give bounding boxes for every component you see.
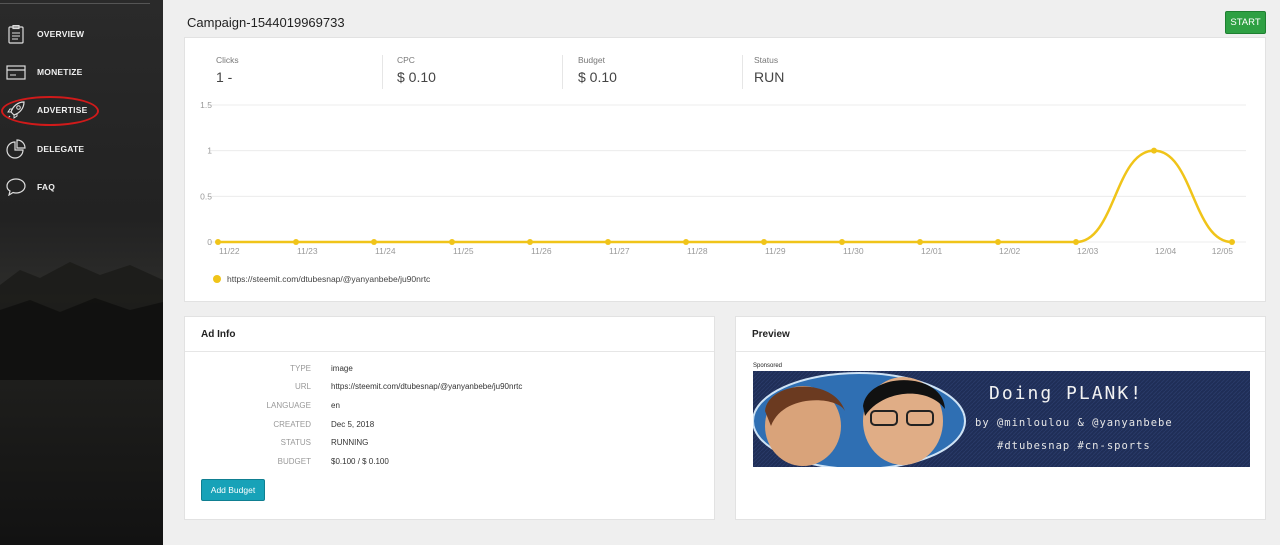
- data-point[interactable]: [293, 239, 299, 245]
- sidebar-item-label: OVERVIEW: [37, 29, 85, 39]
- ad-banner-image[interactable]: Doing PLANK! by @minloulou & @yanyanbebe…: [753, 371, 1250, 467]
- sidebar-divider: [0, 3, 150, 4]
- x-tick-label: 11/28: [687, 246, 708, 256]
- data-point[interactable]: [995, 239, 1001, 245]
- info-row-language: LANGUAGE en: [185, 401, 716, 415]
- sidebar-background-landscape: [0, 262, 163, 380]
- data-point[interactable]: [761, 239, 767, 245]
- x-tick-label: 12/01: [921, 246, 943, 256]
- add-budget-button[interactable]: Add Budget: [201, 479, 265, 501]
- x-tick-label: 11/25: [453, 246, 474, 256]
- x-tick-label: 11/29: [765, 246, 786, 256]
- info-key: STATUS: [280, 438, 311, 447]
- x-tick-label: 12/04: [1155, 246, 1177, 256]
- info-row-status: STATUS RUNNING: [185, 438, 716, 452]
- clicks-line-chart: 0 0.5 1 1.5 11/22 11/23 11/24 11/25 11/26 11/27 11…: [200, 100, 1246, 256]
- legend-marker: [213, 275, 221, 283]
- data-point[interactable]: [371, 239, 377, 245]
- x-tick-label: 11/22: [219, 246, 240, 256]
- x-tick-label: 11/26: [531, 246, 552, 256]
- sidebar: OVERVIEW MONETIZE ADVERTISE DELEGATE FAQ: [0, 0, 163, 545]
- y-tick-label: 1: [207, 146, 212, 156]
- data-point[interactable]: [839, 239, 845, 245]
- legend-label: https://steemit.com/dtubesnap/@yanyanbeb…: [227, 274, 431, 284]
- info-row-type: TYPE image: [185, 364, 716, 378]
- banner-hashtags: #dtubesnap #cn-sports: [997, 440, 1151, 452]
- data-point[interactable]: [1229, 239, 1235, 245]
- info-key: BUDGET: [277, 457, 311, 466]
- data-point[interactable]: [605, 239, 611, 245]
- x-tick-label: 12/05: [1212, 246, 1234, 256]
- preview-title: Preview: [736, 317, 1265, 352]
- data-point[interactable]: [527, 239, 533, 245]
- info-key: LANGUAGE: [266, 401, 311, 410]
- y-tick-label: 0.5: [200, 191, 212, 201]
- x-tick-label: 11/23: [297, 246, 318, 256]
- x-tick-label: 11/27: [609, 246, 630, 256]
- x-tick-label: 12/03: [1077, 246, 1099, 256]
- data-point[interactable]: [1073, 239, 1079, 245]
- y-tick-label: 1.5: [200, 100, 212, 110]
- x-tick-label: 11/24: [375, 246, 396, 256]
- highlight-circle-annotation: [1, 96, 99, 126]
- card-icon: [6, 62, 26, 82]
- data-point[interactable]: [683, 239, 689, 245]
- chart-legend[interactable]: https://steemit.com/dtubesnap/@yanyanbeb…: [213, 274, 430, 284]
- x-tick-label: 12/02: [999, 246, 1021, 256]
- clipboard-icon: [6, 24, 26, 44]
- info-row-created: CREATED Dec 5, 2018: [185, 420, 716, 434]
- sidebar-item-overview[interactable]: OVERVIEW: [0, 20, 163, 48]
- info-row-url: URL https://steemit.com/dtubesnap/@yanya…: [185, 382, 716, 396]
- chat-bubble-icon: [6, 177, 26, 197]
- info-value: Dec 5, 2018: [331, 420, 375, 429]
- ad-info-title: Ad Info: [185, 317, 714, 352]
- x-tick-label: 11/30: [843, 246, 864, 256]
- info-value: en: [331, 401, 340, 410]
- pie-chart-icon: [6, 139, 26, 159]
- sidebar-item-label: FAQ: [37, 182, 56, 192]
- data-point[interactable]: [917, 239, 923, 245]
- banner-byline: by @minloulou & @yanyanbebe: [975, 417, 1173, 429]
- banner-artwork: Doing PLANK! by @minloulou & @yanyanbebe…: [753, 371, 1250, 467]
- info-row-budget: BUDGET $0.100 / $ 0.100: [185, 457, 716, 471]
- info-value: image: [331, 364, 353, 373]
- ad-info-panel: Ad Info TYPE image URL https://steemit.c…: [184, 316, 715, 520]
- info-value: https://steemit.com/dtubesnap/@yanyanbeb…: [331, 382, 523, 391]
- start-button[interactable]: START: [1225, 11, 1266, 34]
- data-point[interactable]: [449, 239, 455, 245]
- y-tick-label: 0: [207, 237, 212, 247]
- sidebar-item-monetize[interactable]: MONETIZE: [0, 58, 163, 86]
- sidebar-item-label: DELEGATE: [37, 144, 85, 154]
- campaign-stats-panel: Clicks 1 - CPC $ 0.10 Budget $ 0.10 Stat…: [184, 37, 1266, 302]
- info-key: TYPE: [290, 364, 311, 373]
- preview-panel: Preview Sponsored Doing PLANK! by @minlo…: [735, 316, 1266, 520]
- data-point[interactable]: [1151, 147, 1157, 154]
- data-point[interactable]: [215, 239, 221, 245]
- info-value: $0.100 / $ 0.100: [331, 457, 389, 466]
- banner-headline: Doing PLANK!: [989, 383, 1143, 404]
- sidebar-item-delegate[interactable]: DELEGATE: [0, 135, 163, 163]
- sponsored-label: Sponsored: [753, 363, 783, 369]
- info-key: URL: [294, 382, 311, 391]
- info-value: RUNNING: [331, 438, 369, 447]
- sidebar-item-label: MONETIZE: [37, 67, 83, 77]
- sidebar-item-faq[interactable]: FAQ: [0, 173, 163, 201]
- page-title: Campaign-1544019969733: [187, 15, 345, 30]
- info-key: CREATED: [273, 420, 311, 429]
